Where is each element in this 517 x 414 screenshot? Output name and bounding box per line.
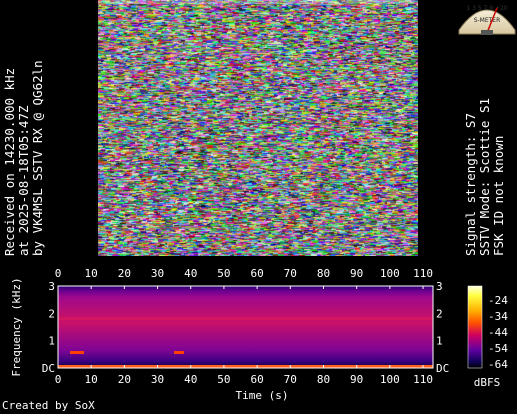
x-tick-label-top: 80 <box>317 268 330 280</box>
spectrogram-tone-1 <box>70 351 84 354</box>
x-tick-label-bottom: 110 <box>413 373 433 386</box>
fsk-id: FSK ID not known <box>492 0 506 256</box>
colorbar-tick-label: -24 <box>488 294 508 307</box>
colorbar-unit: dBFS <box>474 376 501 389</box>
x-tick-label-bottom: 80 <box>317 373 330 386</box>
y-tick-label-right: 3 <box>436 280 443 293</box>
x-tick-label-top: 110 <box>413 268 433 280</box>
colorbar-tick-label: -34 <box>488 310 508 323</box>
spectrogram-tone-2 <box>174 351 184 354</box>
x-tick-label-top: 70 <box>284 268 297 280</box>
x-tick-label-bottom: 100 <box>380 373 400 386</box>
meter-hub <box>481 30 493 35</box>
x-tick-label-top: 20 <box>118 268 131 280</box>
y-tick-label-right: DC <box>436 362 449 375</box>
spectrogram: 0 0 10 10 20 20 30 30 40 40 50 50 60 60 70 70 80 80 90 90 10… <box>0 268 517 414</box>
x-tick-label-bottom: 70 <box>284 373 297 386</box>
sstv-image <box>98 0 418 256</box>
colorbar-tick-label: -54 <box>488 342 508 355</box>
reception-info: Received on 14230.000 kHz at 2025-08-18T… <box>3 0 45 256</box>
x-axis-label: Time (s) <box>236 389 289 402</box>
x-tick-label-bottom: 40 <box>184 373 197 386</box>
y-tick-label-right: 1 <box>436 335 443 348</box>
reception-time: at 2025-08-18T05:47Z <box>17 0 31 256</box>
y-tick-label-left: 2 <box>48 307 55 320</box>
x-tick-label-bottom: 30 <box>151 373 164 386</box>
s-meter-icon: 1 3 5 7 9 +20 S-METER <box>457 0 517 36</box>
reception-frequency: Received on 14230.000 kHz <box>3 0 17 256</box>
spectrogram-band <box>58 317 433 320</box>
y-tick-label-left: 1 <box>48 335 55 348</box>
signal-strength: Signal strength: S7 <box>464 0 478 256</box>
x-tick-label-top: 90 <box>350 268 363 280</box>
x-tick-label-top: 100 <box>380 268 400 280</box>
signal-info: Signal strength: S7 SSTV Mode: Scottie S… <box>464 0 506 256</box>
x-tick-label-top: 60 <box>250 268 263 280</box>
sstv-mode: SSTV Mode: Scottie S1 <box>478 0 492 256</box>
x-tick-label-bottom: 90 <box>350 373 363 386</box>
x-tick-label-bottom: 0 <box>55 373 62 386</box>
x-tick-label-top: 0 <box>55 268 62 280</box>
colorbar <box>468 286 482 368</box>
x-tick-label-top: 40 <box>184 268 197 280</box>
y-tick-label-left: DC <box>42 362 55 375</box>
colorbar-tick-label: -64 <box>488 358 508 371</box>
meter-scale: 1 3 5 7 9 +20 <box>466 5 507 12</box>
spectrogram-plot <box>58 286 433 368</box>
sox-credit: Created by SoX <box>2 400 95 412</box>
x-tick-label-top: 10 <box>85 268 98 280</box>
reception-station: by VK4MSL SSTV RX @ QG62ln <box>31 0 45 256</box>
x-tick-label-top: 50 <box>217 268 230 280</box>
colorbar-ticks: -24 -34 -44 -54 -64 <box>488 294 508 371</box>
meter-face-label: S-METER <box>474 17 501 24</box>
y-axis-label: Frequency (kHz) <box>10 277 23 376</box>
x-tick-label-top: 30 <box>151 268 164 280</box>
y-tick-label-right: 2 <box>436 307 443 320</box>
y-tick-label-left: 3 <box>48 280 55 293</box>
x-tick-label-bottom: 10 <box>85 373 98 386</box>
colorbar-tick-label: -44 <box>488 326 508 339</box>
x-tick-label-bottom: 60 <box>250 373 263 386</box>
x-tick-label-bottom: 50 <box>217 373 230 386</box>
x-tick-label-bottom: 20 <box>118 373 131 386</box>
